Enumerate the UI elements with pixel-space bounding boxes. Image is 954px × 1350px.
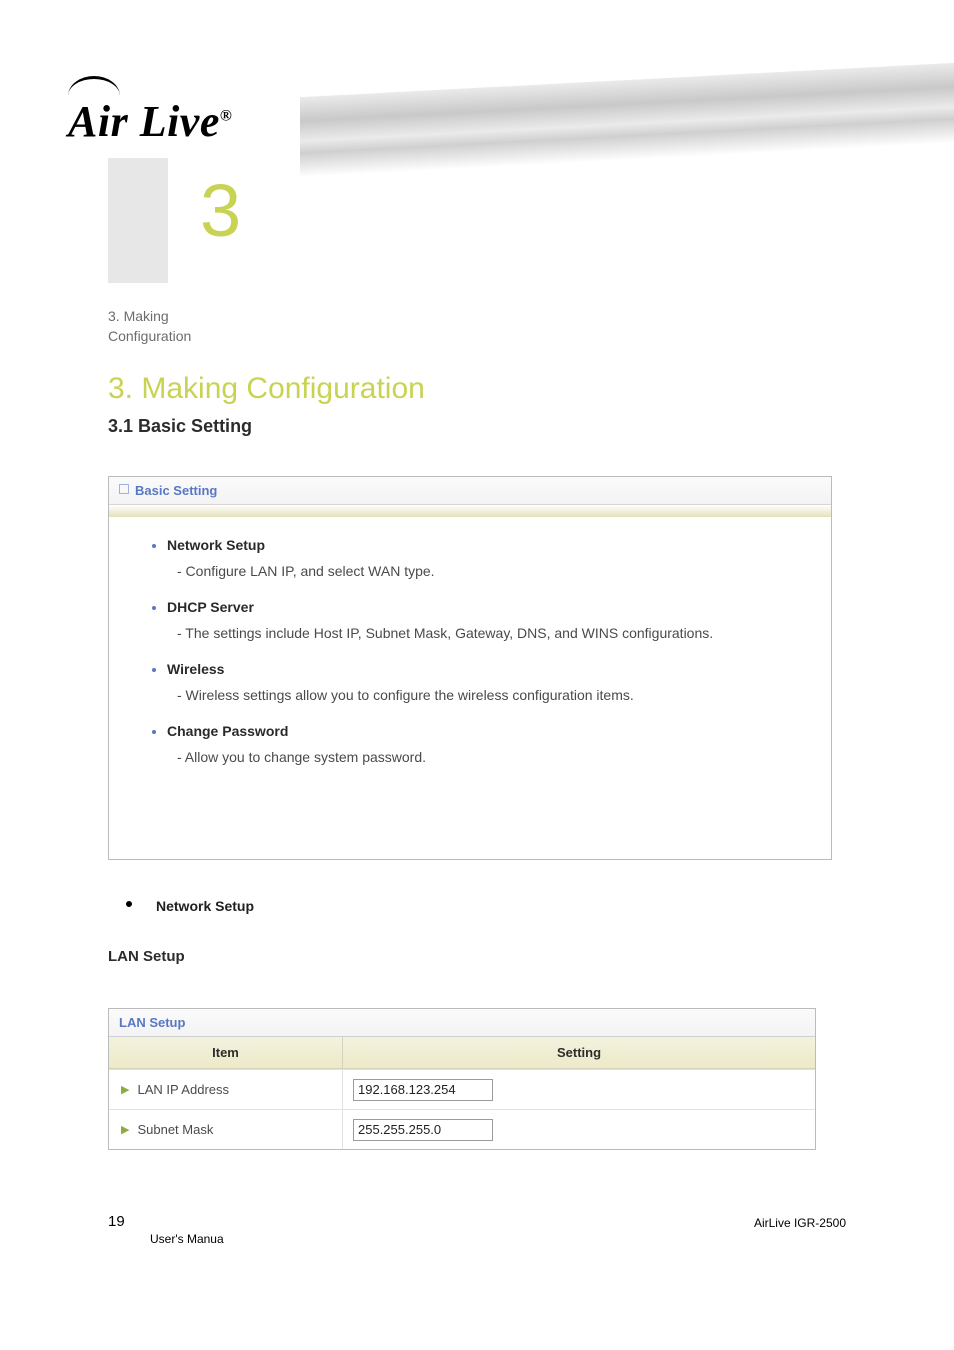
lan-panel-title: LAN Setup xyxy=(119,1015,185,1030)
panel-gold-bar xyxy=(109,505,831,517)
panel-header-icon xyxy=(119,484,129,494)
chapter-number-big: 3 xyxy=(200,168,241,253)
chapter-title: 3. Making Configuration xyxy=(108,372,425,406)
item-desc: - Allow you to change system password. xyxy=(167,739,791,777)
item-name: Network Setup xyxy=(167,537,265,553)
subnet-input[interactable] xyxy=(353,1119,493,1141)
header-sweep xyxy=(300,63,954,177)
footer-manual: User's Manua xyxy=(150,1232,224,1246)
lan-setup-heading: LAN Setup xyxy=(108,948,185,965)
chapter-tab xyxy=(108,158,168,283)
page-number: 19 xyxy=(108,1213,125,1230)
lan-ip-label: LAN IP Address xyxy=(137,1082,229,1097)
item-name: Change Password xyxy=(167,723,288,739)
item-name: DHCP Server xyxy=(167,599,254,615)
lan-row-subnet: ▶ Subnet Mask xyxy=(109,1109,815,1149)
logo-registered: ® xyxy=(220,107,232,124)
lan-row-ip: ▶ LAN IP Address xyxy=(109,1069,815,1109)
basic-item-dhcp-server[interactable]: DHCP Server - The settings include Host … xyxy=(167,599,791,653)
network-setup-heading: Network Setup xyxy=(126,898,254,914)
subnet-label: Subnet Mask xyxy=(137,1122,213,1137)
chapter-caption-line1: 3. Making xyxy=(108,308,169,324)
item-name: Wireless xyxy=(167,661,224,677)
chapter-caption-line2: Configuration xyxy=(108,328,191,344)
basic-item-network-setup[interactable]: Network Setup - Configure LAN IP, and se… xyxy=(167,537,791,591)
logo-arc-icon xyxy=(68,76,120,96)
brand-logo: Air Live® xyxy=(68,56,232,144)
panel-header-title: Basic Setting xyxy=(135,483,217,498)
logo-text: Air Live xyxy=(68,97,220,146)
basic-setting-panel: Basic Setting Network Setup - Configure … xyxy=(108,476,832,860)
lan-setup-panel: LAN Setup Item Setting ▶ LAN IP Address … xyxy=(108,1008,816,1150)
basic-setting-list: Network Setup - Configure LAN IP, and se… xyxy=(167,537,791,777)
basic-item-change-password[interactable]: Change Password - Allow you to change sy… xyxy=(167,723,791,777)
panel-body: Network Setup - Configure LAN IP, and se… xyxy=(109,517,831,795)
footer-model: AirLive IGR-2500 xyxy=(754,1216,846,1230)
col-setting: Setting xyxy=(343,1037,815,1068)
item-desc: - Configure LAN IP, and select WAN type. xyxy=(167,553,791,591)
panel-header: Basic Setting xyxy=(109,477,831,505)
chevron-right-icon: ▶ xyxy=(121,1083,129,1096)
network-setup-label: Network Setup xyxy=(156,898,254,914)
lan-table-header: Item Setting xyxy=(109,1037,815,1069)
section-title: 3.1 Basic Setting xyxy=(108,416,252,437)
bullet-dot-icon xyxy=(126,901,132,907)
basic-item-wireless[interactable]: Wireless - Wireless settings allow you t… xyxy=(167,661,791,715)
lan-panel-header: LAN Setup xyxy=(109,1009,815,1037)
chevron-right-icon: ▶ xyxy=(121,1123,129,1136)
col-item: Item xyxy=(109,1037,343,1068)
item-desc: - Wireless settings allow you to configu… xyxy=(167,677,791,715)
item-desc: - The settings include Host IP, Subnet M… xyxy=(167,615,791,653)
lan-ip-input[interactable] xyxy=(353,1079,493,1101)
